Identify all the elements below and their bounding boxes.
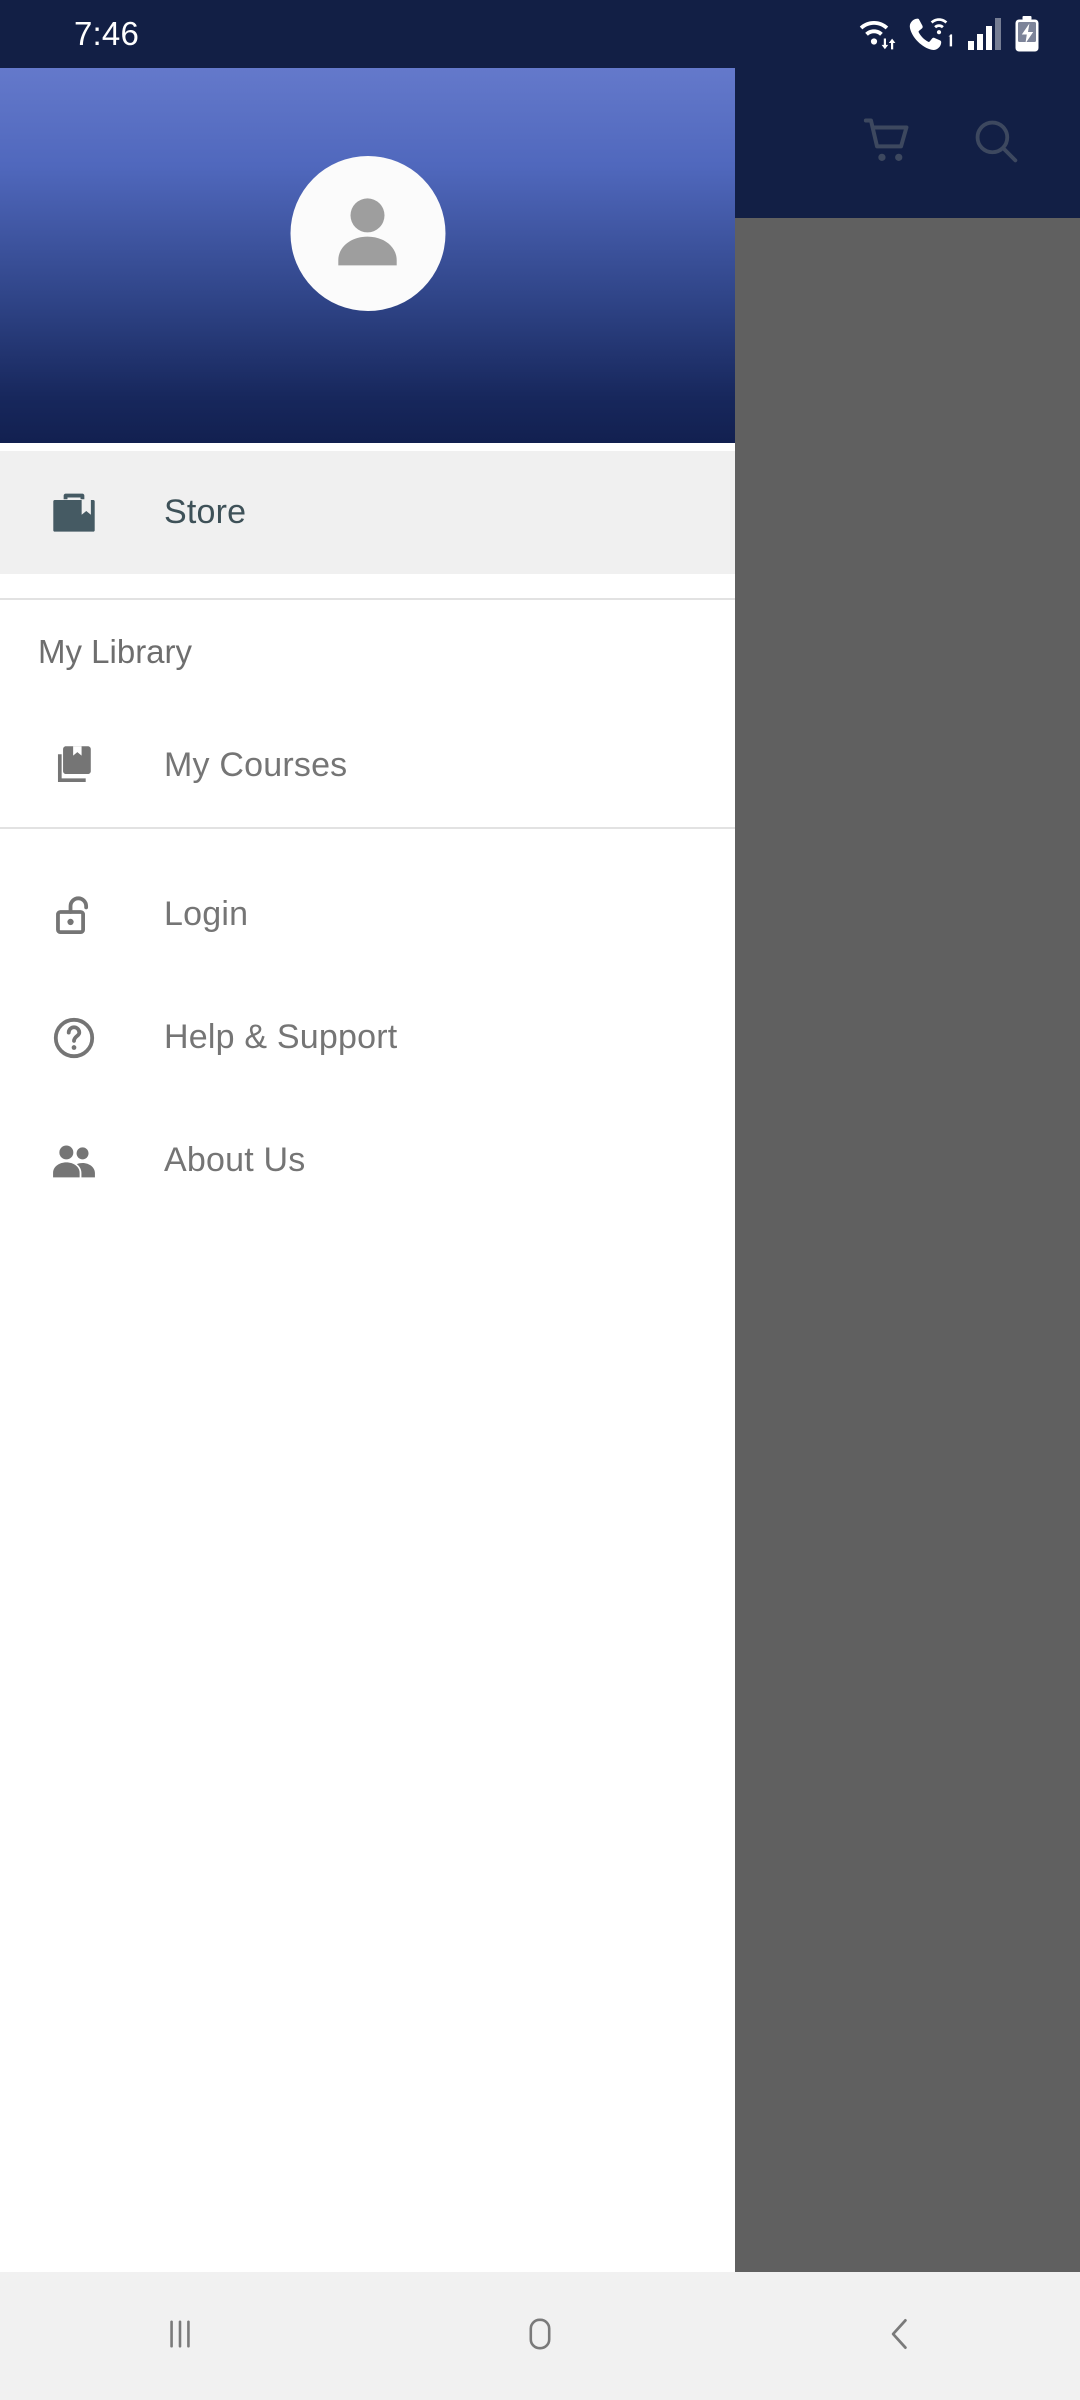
drawer-item-store[interactable]: Store [0,451,735,574]
drawer-item-help-support-label: Help & Support [164,1018,398,1056]
status-icon-group [859,16,1040,52]
drawer-item-my-courses[interactable]: My Courses [0,704,735,827]
drawer-item-about-us-label: About Us [164,1141,306,1179]
back-chevron-icon [877,2311,923,2362]
people-icon [38,1134,110,1188]
drawer-item-store-label: Store [164,493,247,531]
person-placeholder-icon [320,183,416,284]
drawer-top-spacer [0,443,735,451]
drawer-item-login-label: Login [164,895,249,933]
search-button[interactable] [948,95,1044,191]
status-bar: 7:46 [0,0,1080,68]
store-bag-icon [38,486,110,540]
back-button[interactable] [720,2311,1080,2362]
spacer-after-divider-2 [0,829,735,853]
system-navigation-bar [0,2272,1080,2400]
navigation-drawer: Store My Library My Courses Login Help &… [0,68,735,2272]
help-circle-icon [38,1012,110,1064]
drawer-item-help-support[interactable]: Help & Support [0,976,735,1099]
wifi-calling-icon [908,17,956,51]
home-icon [517,2311,563,2362]
library-books-icon [38,740,110,792]
drawer-section-header-my-library: My Library [38,633,193,670]
home-button[interactable] [360,2311,720,2362]
status-time: 7:46 [74,15,140,52]
drawer-header [0,68,735,443]
lock-open-icon [38,889,110,941]
spacer-after-store [0,574,735,598]
cellular-signal-icon [967,17,1003,51]
wifi-data-transfer-icon [859,17,897,51]
drawer-item-about-us[interactable]: About Us [0,1099,735,1222]
battery-charging-icon [1014,16,1040,52]
shopping-cart-icon [860,113,916,174]
phone-screen: 7:46 Store My Library My Courses Login H… [0,0,1080,2400]
drawer-item-login[interactable]: Login [0,853,735,976]
recents-button[interactable] [0,2311,360,2362]
shopping-cart-button[interactable] [840,95,936,191]
recents-icon [157,2311,203,2362]
search-icon [969,114,1023,173]
drawer-item-my-courses-label: My Courses [164,746,348,784]
avatar[interactable] [290,156,445,311]
